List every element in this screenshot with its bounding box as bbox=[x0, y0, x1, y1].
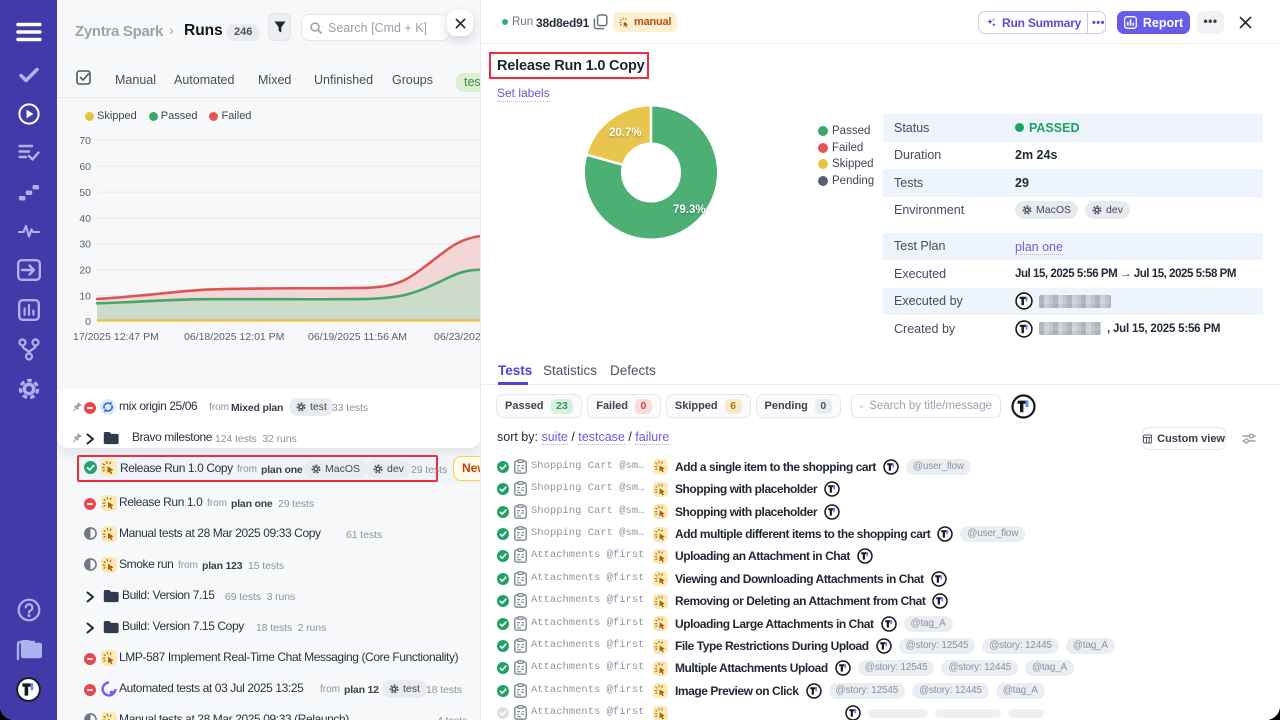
svg-text:30: 30 bbox=[79, 239, 91, 251]
svg-text:60: 60 bbox=[79, 161, 91, 173]
svg-text:50: 50 bbox=[79, 187, 91, 199]
svg-text:40: 40 bbox=[79, 213, 91, 225]
svg-text:20: 20 bbox=[79, 265, 91, 277]
svg-text:70: 70 bbox=[79, 135, 91, 147]
svg-text:0: 0 bbox=[85, 316, 91, 328]
svg-text:10: 10 bbox=[79, 290, 91, 302]
